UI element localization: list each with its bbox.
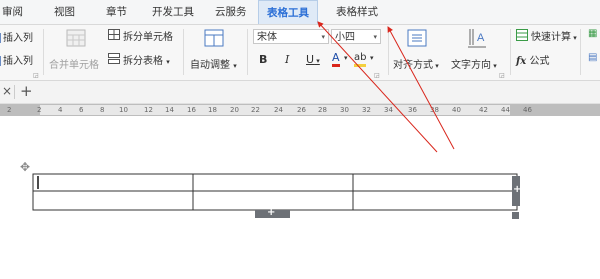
- tab-divider: [14, 85, 15, 99]
- ruler-number: 26: [297, 106, 306, 114]
- table-move-handle-icon[interactable]: ✥: [20, 160, 30, 174]
- chevron-down-icon: ▾: [321, 33, 325, 41]
- group-separator: [43, 29, 44, 75]
- svg-text:A: A: [477, 32, 485, 44]
- underline-button[interactable]: U ▾: [306, 53, 320, 66]
- ruler-number: 4: [58, 106, 63, 114]
- tab-table-style[interactable]: 表格样式: [336, 0, 378, 24]
- more-tools-icon[interactable]: ▤: [588, 52, 597, 63]
- split-cells-button[interactable]: 拆分单元格: [123, 28, 173, 43]
- document-page: ✥ + +: [0, 116, 600, 279]
- insert-column-right-button[interactable]: 插入列: [0, 52, 33, 67]
- group-separator: [388, 29, 389, 75]
- font-name-select[interactable]: 宋体 ▾: [253, 29, 329, 44]
- font-color-button[interactable]: A: [332, 51, 340, 67]
- chevron-down-icon: ▾: [373, 33, 377, 41]
- split-table-button[interactable]: 拆分表格 ▾: [123, 52, 170, 67]
- ruler-number: 36: [408, 106, 417, 114]
- group-separator: [247, 29, 248, 75]
- ruler-number: 24: [274, 106, 283, 114]
- highlight-button[interactable]: ab: [354, 52, 367, 67]
- ruler-number: 44: [501, 106, 510, 114]
- ruler-number: 30: [340, 106, 349, 114]
- text-direction-icon: A: [468, 29, 486, 48]
- menu-chapter[interactable]: 章节: [106, 0, 127, 24]
- group-separator: [183, 29, 184, 75]
- auto-fit-button[interactable]: 自动调整 ▾: [190, 56, 237, 71]
- ruler-number: 6: [79, 106, 84, 114]
- merge-cells-icon: [66, 29, 86, 47]
- more-tools-icon[interactable]: ▦: [588, 28, 597, 39]
- ruler-number: 40: [452, 106, 461, 114]
- dialog-launcher-icon[interactable]: ◲: [374, 72, 380, 79]
- menu-cloud-service[interactable]: 云服务: [215, 0, 247, 24]
- ruler-number: 46: [523, 106, 532, 114]
- add-column-icon[interactable]: +: [513, 184, 521, 195]
- ruler-number: 18: [208, 106, 217, 114]
- new-tab-icon[interactable]: +: [20, 82, 33, 100]
- ruler-number: 12: [144, 106, 153, 114]
- ruler-number: 28: [318, 106, 327, 114]
- split-table-icon: [108, 53, 120, 64]
- menu-bar: 审阅 视图 章节 开发工具 云服务 表格工具 表格样式: [0, 0, 600, 25]
- quick-calc-icon: [516, 29, 528, 41]
- ruler-number: 34: [384, 106, 393, 114]
- menu-developer-tools[interactable]: 开发工具: [152, 0, 194, 24]
- close-tab-icon[interactable]: ×: [2, 84, 12, 98]
- insert-column-icon: [0, 33, 1, 43]
- ruler-number: 8: [100, 106, 105, 114]
- ribbon-toolbar: 插入列 插入列 ◲ 合并单元格 拆分单元格 拆分表格 ▾ 自动调整 ▾ 宋体 ▾ …: [0, 25, 600, 81]
- align-icon: [407, 29, 427, 47]
- ruler-number: 14: [165, 106, 174, 114]
- document-tab-strip: × +: [0, 81, 600, 104]
- ruler-number: 22: [251, 106, 260, 114]
- ruler-number: 2: [7, 106, 12, 114]
- insert-column-left-button[interactable]: 插入列: [0, 29, 33, 44]
- dialog-launcher-icon[interactable]: ◲: [499, 72, 505, 79]
- add-row-icon[interactable]: +: [267, 207, 275, 218]
- table-border: [32, 173, 518, 211]
- table-resize-handle[interactable]: [512, 212, 519, 219]
- menu-view[interactable]: 视图: [54, 0, 75, 24]
- ruler-number: 32: [362, 106, 371, 114]
- dialog-launcher-icon[interactable]: ◲: [33, 72, 39, 79]
- italic-button[interactable]: I: [285, 53, 289, 66]
- formula-button[interactable]: fx 公式: [516, 52, 549, 67]
- ruler-number: 38: [430, 106, 439, 114]
- insert-column-icon: [0, 56, 1, 66]
- ruler-number: 16: [187, 106, 196, 114]
- ruler-number: 10: [119, 106, 128, 114]
- menu-review[interactable]: 审阅: [2, 0, 23, 24]
- horizontal-ruler: 2 2 4 6 8 10 12 14 16 18 20 22 24 26 28 30 32 34 36 38 40 42 4…: [0, 104, 600, 116]
- ruler-number: 20: [230, 106, 239, 114]
- merge-cells-button[interactable]: 合并单元格: [49, 56, 99, 71]
- auto-fit-icon: [204, 29, 224, 47]
- text-direction-button[interactable]: 文字方向 ▾: [451, 56, 497, 71]
- split-cells-icon: [108, 29, 120, 40]
- chevron-down-icon[interactable]: ▾: [370, 54, 374, 62]
- ruler-number: 42: [479, 106, 488, 114]
- ruler-number: 2: [37, 106, 42, 114]
- group-separator: [580, 29, 581, 75]
- bold-button[interactable]: B: [259, 53, 267, 66]
- group-separator: [510, 29, 511, 75]
- chevron-down-icon[interactable]: ▾: [344, 54, 348, 62]
- align-button[interactable]: 对齐方式 ▾: [393, 56, 439, 71]
- quick-calc-button[interactable]: 快速计算 ▾: [531, 28, 577, 43]
- font-size-select[interactable]: 小四 ▾: [331, 29, 381, 44]
- tab-table-tools[interactable]: 表格工具: [258, 0, 318, 24]
- table-canvas: [32, 173, 520, 219]
